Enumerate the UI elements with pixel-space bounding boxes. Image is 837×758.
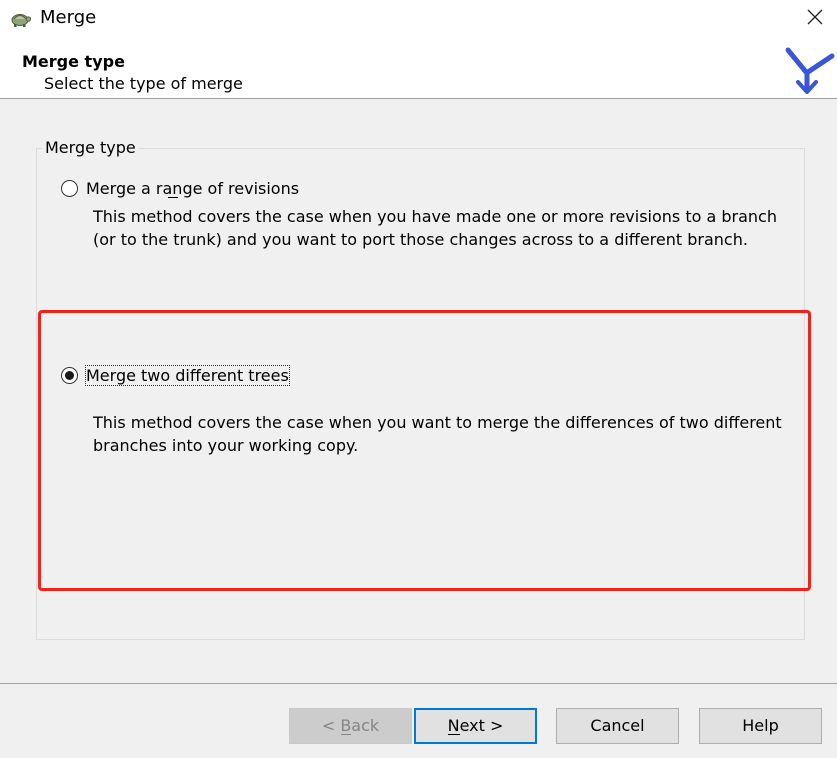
next-button[interactable]: Next > (414, 708, 537, 744)
next-button-label: Next > (447, 716, 504, 735)
radio-merge-trees[interactable] (61, 367, 78, 384)
cancel-button-label: Cancel (590, 716, 645, 735)
close-icon (807, 9, 823, 25)
option-merge-trees[interactable]: Merge two different trees (85, 365, 290, 387)
description-line: This method covers the case when you hav… (93, 207, 777, 226)
close-button[interactable] (800, 4, 830, 32)
back-button[interactable]: < Back (289, 708, 412, 744)
help-button[interactable]: Help (699, 708, 822, 744)
merge-branches-icon (785, 47, 835, 94)
option-label: Merge two different trees (85, 365, 290, 386)
option-merge-range-description: This method covers the case when you hav… (93, 205, 777, 251)
radio-merge-range[interactable] (61, 180, 78, 197)
group-legend: Merge type (42, 137, 139, 159)
wizard-header: Merge type Select the type of merge (0, 36, 837, 99)
footer-separator (0, 683, 837, 684)
back-button-label: < Back (321, 716, 380, 735)
window-title: Merge (40, 7, 97, 28)
tortoise-icon (11, 14, 31, 27)
description-line: (or to the trunk) and you want to port t… (93, 230, 748, 249)
description-line: This method covers the case when you wan… (93, 413, 782, 432)
page-title: Merge type (22, 52, 125, 71)
page-subtitle: Select the type of merge (44, 74, 243, 93)
cancel-button[interactable]: Cancel (556, 708, 679, 744)
description-line: branches into your working copy. (93, 436, 359, 455)
option-label: Merge a range of revisions (86, 179, 300, 198)
option-merge-trees-description: This method covers the case when you wan… (93, 411, 782, 457)
help-button-label: Help (742, 716, 779, 735)
option-merge-range[interactable]: Merge a range of revisions (86, 178, 299, 200)
title-bar (0, 0, 837, 36)
